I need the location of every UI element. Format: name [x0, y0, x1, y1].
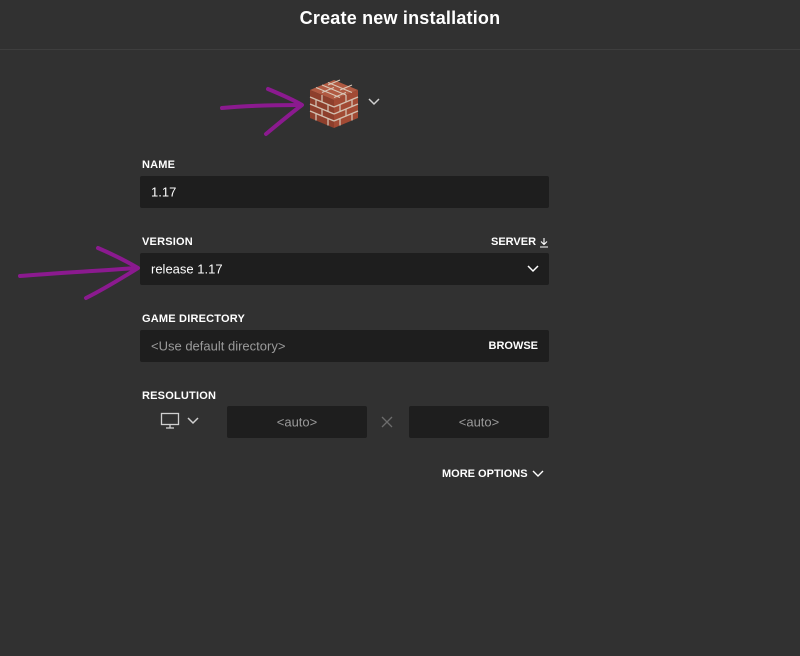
- game-directory-placeholder: <Use default directory>: [151, 338, 286, 354]
- resolution-preset-picker[interactable]: [160, 412, 204, 432]
- chevron-down-icon: [532, 470, 544, 477]
- name-label: NAME: [142, 159, 176, 171]
- resolution-height-placeholder: <auto>: [458, 414, 500, 430]
- resolution-width-input[interactable]: <auto>: [227, 406, 367, 438]
- chevron-down-icon: [527, 265, 539, 273]
- server-download-link[interactable]: SERVER: [491, 236, 549, 248]
- chevron-down-icon: [187, 417, 199, 425]
- more-options-toggle[interactable]: MORE OPTIONS: [442, 468, 544, 480]
- more-options-label: MORE OPTIONS: [442, 468, 528, 480]
- name-input-value: 1.17: [151, 184, 177, 200]
- dialog-header: Create new installation: [0, 0, 800, 50]
- server-label: SERVER: [491, 236, 537, 248]
- chevron-down-icon: [368, 98, 380, 106]
- monitor-icon: [160, 412, 180, 429]
- annotation-arrow-icon: [18, 246, 140, 300]
- game-directory-label: GAME DIRECTORY: [142, 313, 246, 325]
- annotation-arrow-icon: [220, 87, 304, 136]
- create-installation-page: Create new installation NAME 1.17 VERSIO…: [0, 0, 800, 656]
- installation-icon-picker[interactable]: [306, 78, 386, 132]
- resolution-width-placeholder: <auto>: [276, 414, 318, 430]
- page-title: Create new installation: [299, 8, 501, 28]
- download-icon: [540, 237, 549, 248]
- times-icon: [381, 416, 393, 428]
- version-select-value: release 1.17: [151, 261, 223, 277]
- version-label: VERSION: [142, 236, 193, 248]
- browse-button[interactable]: BROWSE: [489, 340, 539, 352]
- resolution-label: RESOLUTION: [142, 390, 217, 402]
- resolution-height-input[interactable]: <auto>: [409, 406, 549, 438]
- game-directory-input[interactable]: <Use default directory> BROWSE: [140, 330, 549, 362]
- version-select[interactable]: release 1.17: [140, 253, 549, 285]
- name-input[interactable]: 1.17: [140, 176, 549, 208]
- brick-block-icon: [309, 79, 359, 128]
